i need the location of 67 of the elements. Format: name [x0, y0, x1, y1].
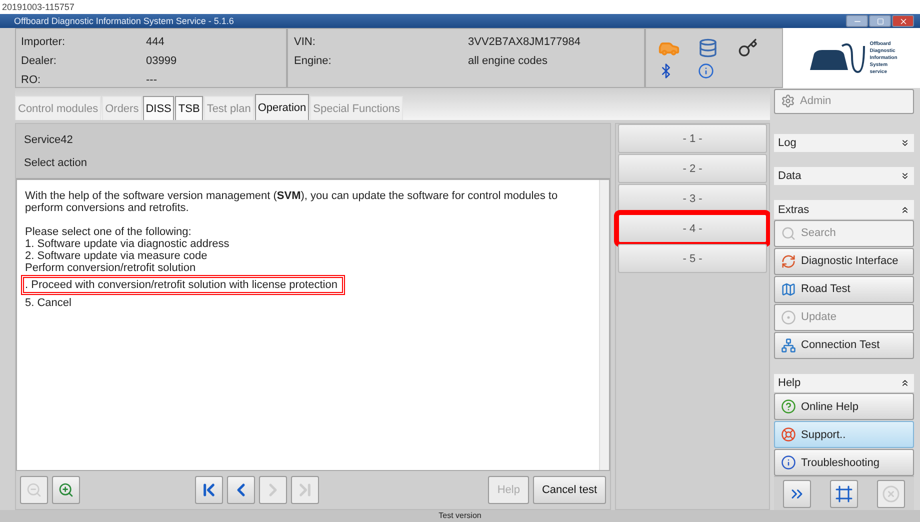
choice-button[interactable]: - 5 - — [618, 244, 767, 273]
double-chevron-icon — [900, 171, 910, 182]
choice-button[interactable]: - 1 - — [618, 124, 767, 153]
message-text: With the help of the software version management (SVM), you can update the software for control modules to perform conversions and retrofits. — [25, 190, 559, 214]
section-header[interactable]: Data — [774, 167, 914, 186]
vehicle-label: Engine: — [294, 54, 332, 69]
tab[interactable]: DISS — [142, 96, 174, 120]
tab[interactable]: TSB — [175, 96, 203, 120]
sidebar-item[interactable]: Connection Test — [774, 332, 914, 359]
zoom-in-button[interactable] — [52, 476, 80, 504]
vehicle-label: VIN: — [294, 35, 316, 50]
sidebar-item[interactable]: Support.. — [774, 421, 914, 448]
close-button[interactable] — [892, 15, 914, 27]
window-title: Offboard Diagnostic Information System Service - 5.1.6 — [14, 16, 235, 26]
search-icon — [781, 226, 796, 241]
double-chevron-icon — [900, 378, 910, 388]
vehicle-value: 3VV2B7AX8JM177984 — [468, 35, 582, 50]
close-icon — [882, 484, 900, 503]
info-value: 444 — [146, 35, 166, 50]
sidebar-item[interactable]: Diagnostic Interface — [774, 248, 914, 275]
vehicle-value: all engine codes — [468, 54, 549, 69]
frame-button[interactable] — [830, 480, 858, 508]
panel-title: Service42 — [24, 134, 74, 146]
panel-subtitle: Select action — [24, 156, 88, 168]
maximize-icon — [876, 18, 884, 24]
option-text: Perform conversion/retrofit solution — [25, 262, 196, 274]
double-chevron-icon — [900, 204, 910, 215]
forward-button[interactable] — [783, 480, 812, 508]
sidebar-item[interactable]: Troubleshooting — [774, 449, 914, 476]
section-header[interactable]: Extras — [774, 200, 914, 219]
sidebar-item[interactable]: Online Help — [774, 393, 914, 420]
section-header[interactable]: Log — [774, 134, 914, 152]
info-label: Importer: — [21, 35, 66, 50]
minimize-button[interactable] — [846, 15, 868, 27]
scrollbar[interactable] — [599, 180, 609, 470]
info-icon — [781, 455, 796, 470]
zoom-in-icon — [58, 482, 74, 498]
info-icon[interactable] — [698, 63, 714, 79]
support-icon — [781, 427, 796, 442]
maximize-button[interactable] — [869, 15, 891, 27]
option-text: 1. Software update via diagnostic address — [25, 238, 230, 250]
prev-page-button[interactable] — [227, 476, 256, 504]
frame-icon — [834, 484, 853, 503]
help-icon — [781, 399, 796, 414]
screenshot-timestamp: 20191003-115757 — [2, 2, 74, 12]
database-icon[interactable] — [698, 38, 718, 58]
connection-icon — [781, 338, 796, 353]
cancel-test-button[interactable]: Cancel test — [532, 476, 606, 504]
tab[interactable]: Operation — [254, 94, 310, 120]
info-value: --- — [146, 73, 158, 88]
key-icon[interactable] — [738, 38, 758, 58]
choice-button[interactable]: - 2 - — [618, 154, 767, 183]
sidebar-item[interactable]: Road Test — [774, 276, 914, 303]
zoom-out-icon — [26, 482, 42, 498]
first-page-button[interactable] — [195, 476, 224, 504]
info-label: Dealer: — [21, 54, 58, 69]
option-text: 5. Cancel — [25, 297, 72, 309]
close-icon — [898, 16, 908, 26]
prompt-text: Please select one of the following: — [25, 226, 192, 238]
info-value: 03999 — [146, 54, 178, 69]
section-header[interactable]: Help — [774, 374, 914, 392]
status-text: Test version — [438, 510, 482, 522]
choice-button[interactable]: - 3 - — [618, 184, 767, 213]
double-chevron-icon — [900, 138, 910, 148]
info-label: RO: — [21, 73, 42, 88]
gear-icon — [781, 94, 795, 108]
option-text: 2. Software update via measure code — [25, 250, 208, 262]
